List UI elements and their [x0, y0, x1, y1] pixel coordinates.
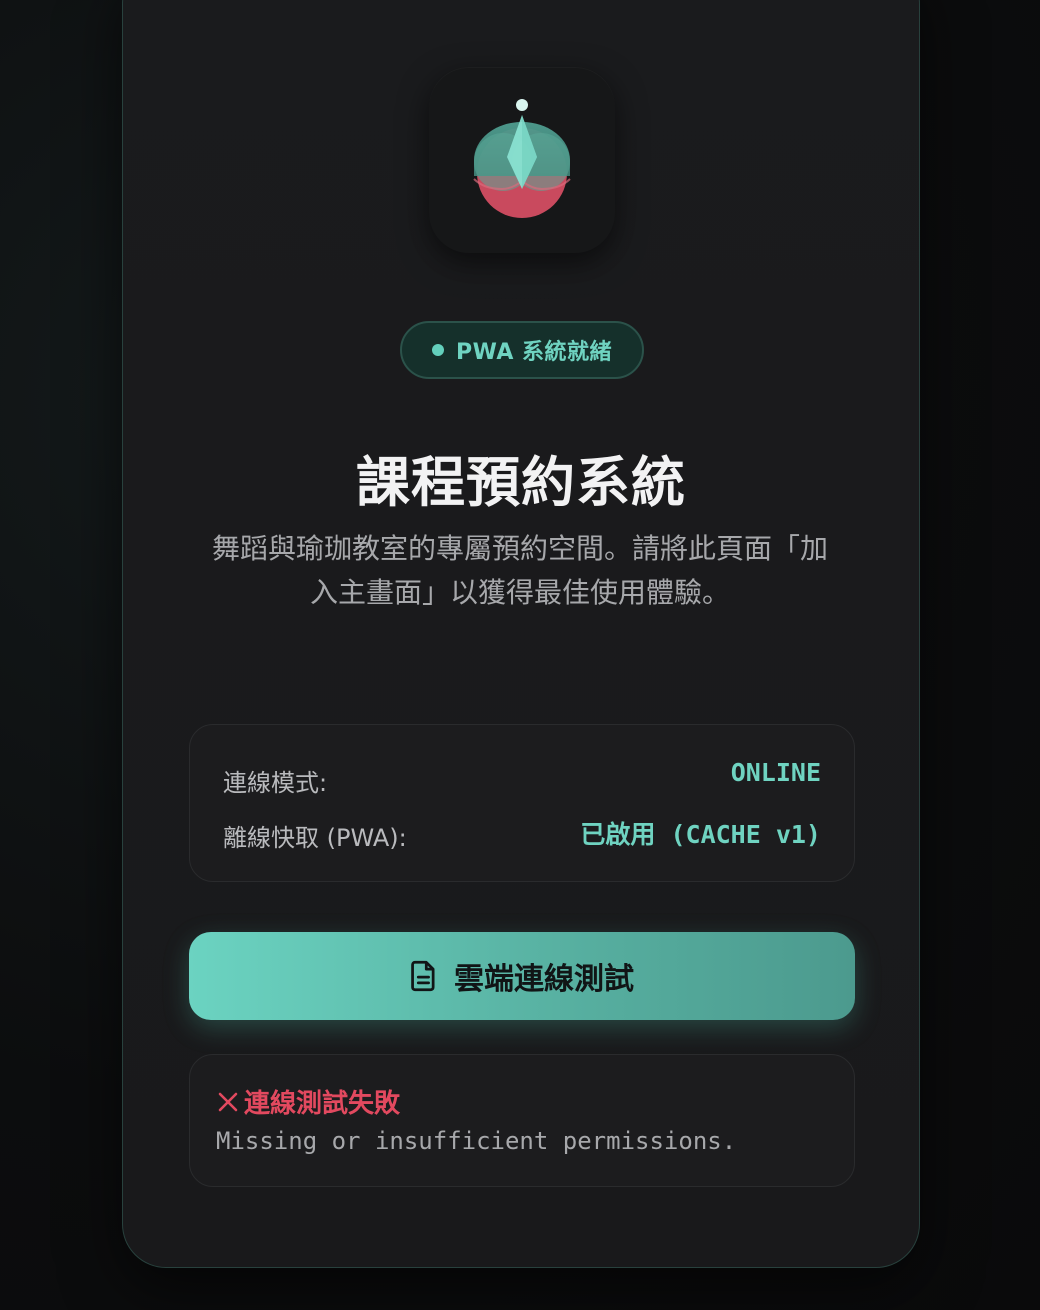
error-message: Missing or insufficient permissions.: [216, 1127, 737, 1155]
page-title: 課程預約系統: [356, 451, 686, 514]
status-dot-icon: [431, 344, 444, 356]
connection-mode-label: 連線模式:: [223, 769, 328, 797]
lotus-logo-icon: [473, 99, 571, 218]
test-result-panel: 連線測試失敗 Missing or insufficient permissio…: [189, 1054, 855, 1187]
status-badge: PWA 系統就緒: [400, 321, 644, 379]
error-title: 連線測試失敗: [216, 1083, 400, 1120]
page-subtitle: 舞蹈與瑜珈教室的專屬預約空間。請將此頁面「加入主畫面」以獲得最佳使用體驗。: [211, 532, 828, 609]
app-logo: [429, 67, 615, 253]
offline-cache-value: 已啟用 (CACHE v1): [580, 820, 821, 849]
cloud-connection-test-button[interactable]: 雲端連線測試: [189, 932, 855, 1020]
document-icon: [411, 960, 435, 992]
close-icon: [218, 1092, 238, 1111]
error-title-text: 連線測試失敗: [244, 1089, 401, 1119]
status-panel: 連線模式: ONLINE 離線快取 (PWA): 已啟用 (CACHE v1): [189, 724, 855, 882]
badge-label: PWA 系統就緒: [455, 340, 613, 365]
connection-mode-value: ONLINE: [730, 758, 821, 787]
offline-cache-label: 離線快取 (PWA):: [223, 824, 407, 852]
test-button-label: 雲端連線測試: [454, 962, 634, 997]
